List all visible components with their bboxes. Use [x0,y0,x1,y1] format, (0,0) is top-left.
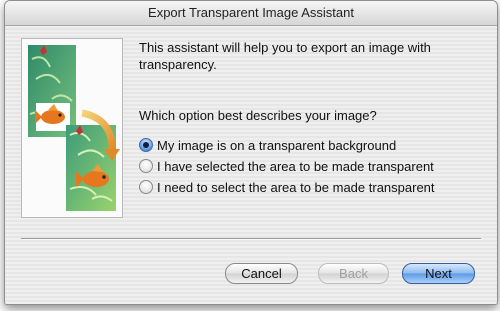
export-transparent-image-dialog: Export Transparent Image Assistant This … [4,0,498,305]
next-button[interactable]: Next [402,263,475,284]
radio-unselected-icon[interactable] [139,180,153,194]
title-bar[interactable]: Export Transparent Image Assistant [5,1,497,26]
back-button[interactable]: Back [318,263,389,284]
dialog-content: This assistant will help you to export a… [5,26,497,304]
radio-selected-icon[interactable] [139,138,153,152]
cancel-button[interactable]: Cancel [225,263,298,284]
fish-illustration-icon [21,38,123,218]
option-label: I have selected the area to be made tran… [157,158,434,174]
radio-unselected-icon[interactable] [139,159,153,173]
intro-text: This assistant will help you to export a… [139,40,431,72]
option-label: My image is on a transparent background [157,137,397,153]
option-area-selected[interactable]: I have selected the area to be made tran… [139,157,434,175]
option-label: I need to select the area to be made tra… [157,179,435,195]
option-transparent-background[interactable]: My image is on a transparent background [139,136,396,154]
divider [21,238,481,240]
window-title: Export Transparent Image Assistant [148,5,354,20]
option-need-to-select-area[interactable]: I need to select the area to be made tra… [139,178,435,196]
question-text: Which option best describes your image? [139,108,377,123]
